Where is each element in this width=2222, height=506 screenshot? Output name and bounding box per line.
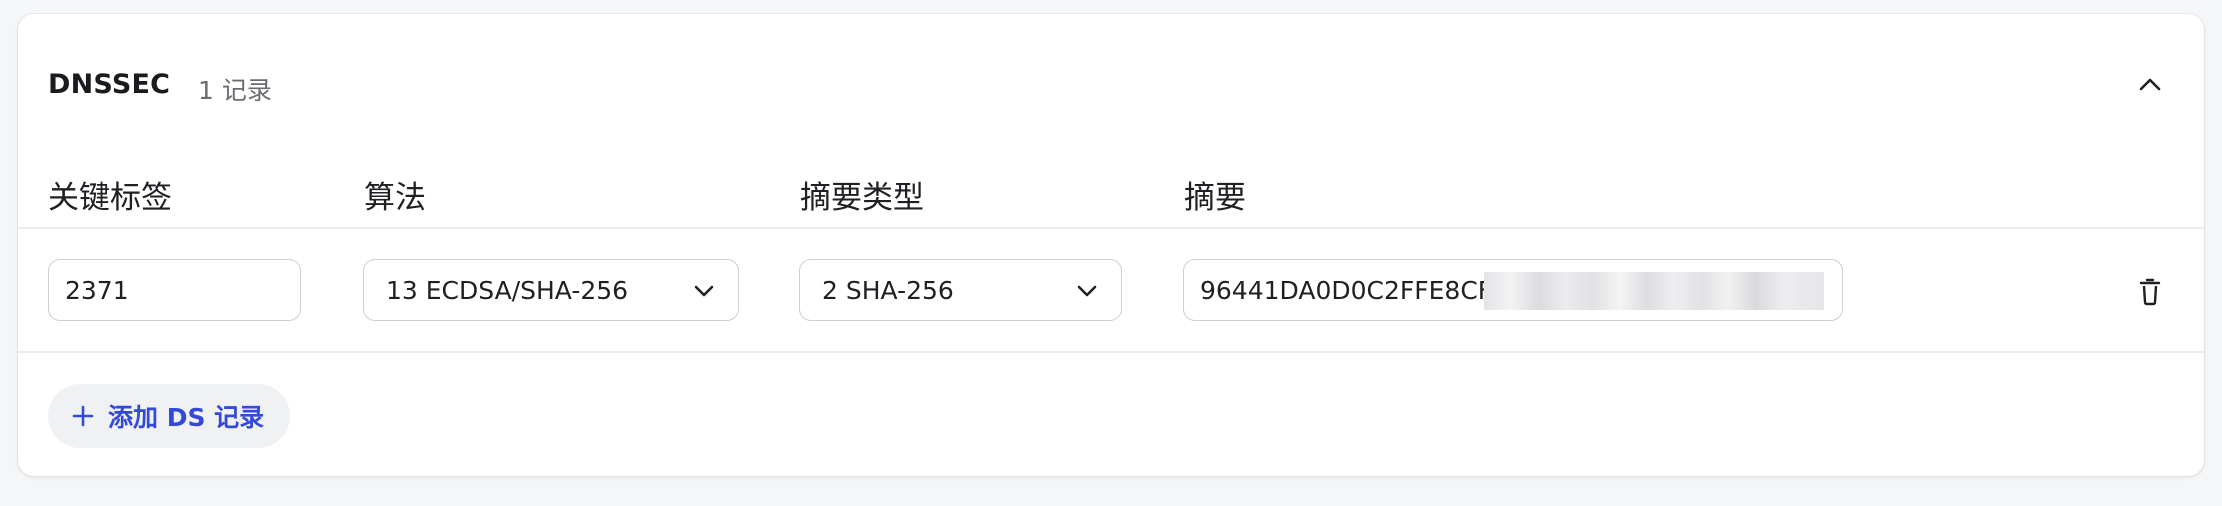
column-header-algorithm: 算法 (364, 180, 426, 216)
header-divider (18, 227, 2204, 229)
redacted-blur (1484, 272, 1824, 310)
column-header-digest: 摘要 (1184, 180, 1246, 216)
column-headers: 关键标签 算法 摘要类型 摘要 (18, 172, 2204, 216)
add-ds-record-button[interactable]: 添加 DS 记录 (48, 384, 290, 448)
trash-icon (2139, 278, 2161, 306)
dnssec-card: DNSSEC 1 记录 关键标签 算法 摘要类型 摘要 2371 13 ECDS… (18, 14, 2204, 476)
collapse-button[interactable] (2128, 62, 2172, 106)
row-divider (18, 351, 2204, 353)
key-tag-input[interactable]: 2371 (48, 259, 301, 321)
chevron-down-icon (694, 285, 714, 297)
section-title: DNSSEC (48, 69, 171, 100)
digest-input[interactable]: 96441DA0D0C2FFE8CF (1183, 259, 1843, 321)
algorithm-value: 13 ECDSA/SHA-256 (386, 275, 629, 305)
plus-icon (72, 405, 94, 427)
chevron-down-icon (1077, 285, 1097, 297)
card-header: DNSSEC 1 记录 (18, 14, 2204, 138)
digest-value: 96441DA0D0C2FFE8CF (1200, 275, 1493, 305)
digest-type-select[interactable]: 2 SHA-256 (799, 259, 1122, 321)
record-count: 1 记录 (198, 76, 272, 105)
column-header-digest-type: 摘要类型 (800, 180, 924, 216)
key-tag-value: 2371 (65, 275, 129, 305)
delete-record-button[interactable] (2130, 272, 2170, 312)
column-header-key-tag: 关键标签 (48, 180, 172, 216)
chevron-up-icon (2139, 78, 2161, 91)
add-ds-record-label: 添加 DS 记录 (108, 403, 265, 432)
algorithm-select[interactable]: 13 ECDSA/SHA-256 (363, 259, 739, 321)
ds-record-row: 2371 13 ECDSA/SHA-256 2 SHA-256 96441DA0… (18, 259, 2204, 321)
digest-type-value: 2 SHA-256 (822, 275, 954, 305)
